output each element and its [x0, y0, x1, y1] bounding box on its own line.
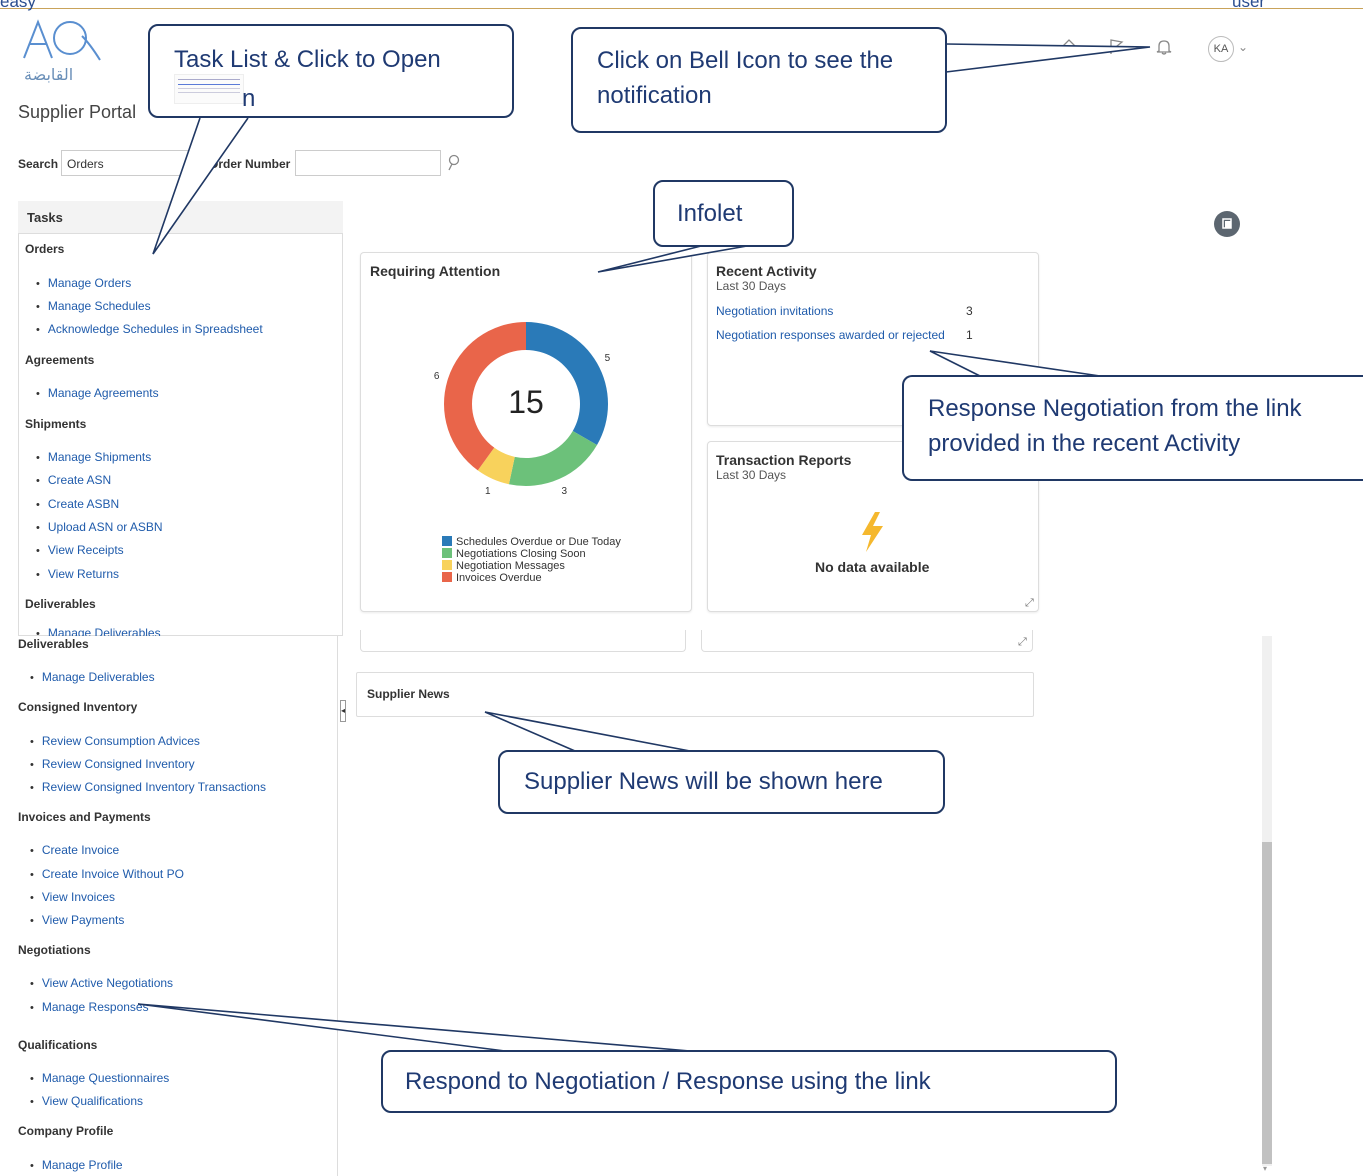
callout-task-list-overflow: n [242, 85, 256, 112]
callout-infolet: Infolet [653, 180, 794, 247]
callout-respond-negotiation: Respond to Negotiation / Response using … [381, 1050, 1117, 1113]
connector-infolet [597, 245, 748, 273]
callout-response-negotiation: Response Negotiation from the link provi… [902, 375, 1363, 481]
connector-task-list [152, 117, 249, 255]
callout-supplier-news: Supplier News will be shown here [498, 750, 945, 814]
callout-task-list-text: Task List & Click to Open [174, 46, 441, 73]
callout-connectors [137, 43, 1151, 1052]
mini-thumbnail-image [174, 74, 244, 104]
connector-bell [945, 43, 1151, 73]
callout-bell: Click on Bell Icon to see the notificati… [571, 27, 947, 133]
connector-respond [137, 1003, 691, 1052]
connector-response [929, 350, 1101, 377]
callout-task-list: Task List & Click to Open n [148, 24, 514, 118]
connector-news [484, 711, 691, 752]
